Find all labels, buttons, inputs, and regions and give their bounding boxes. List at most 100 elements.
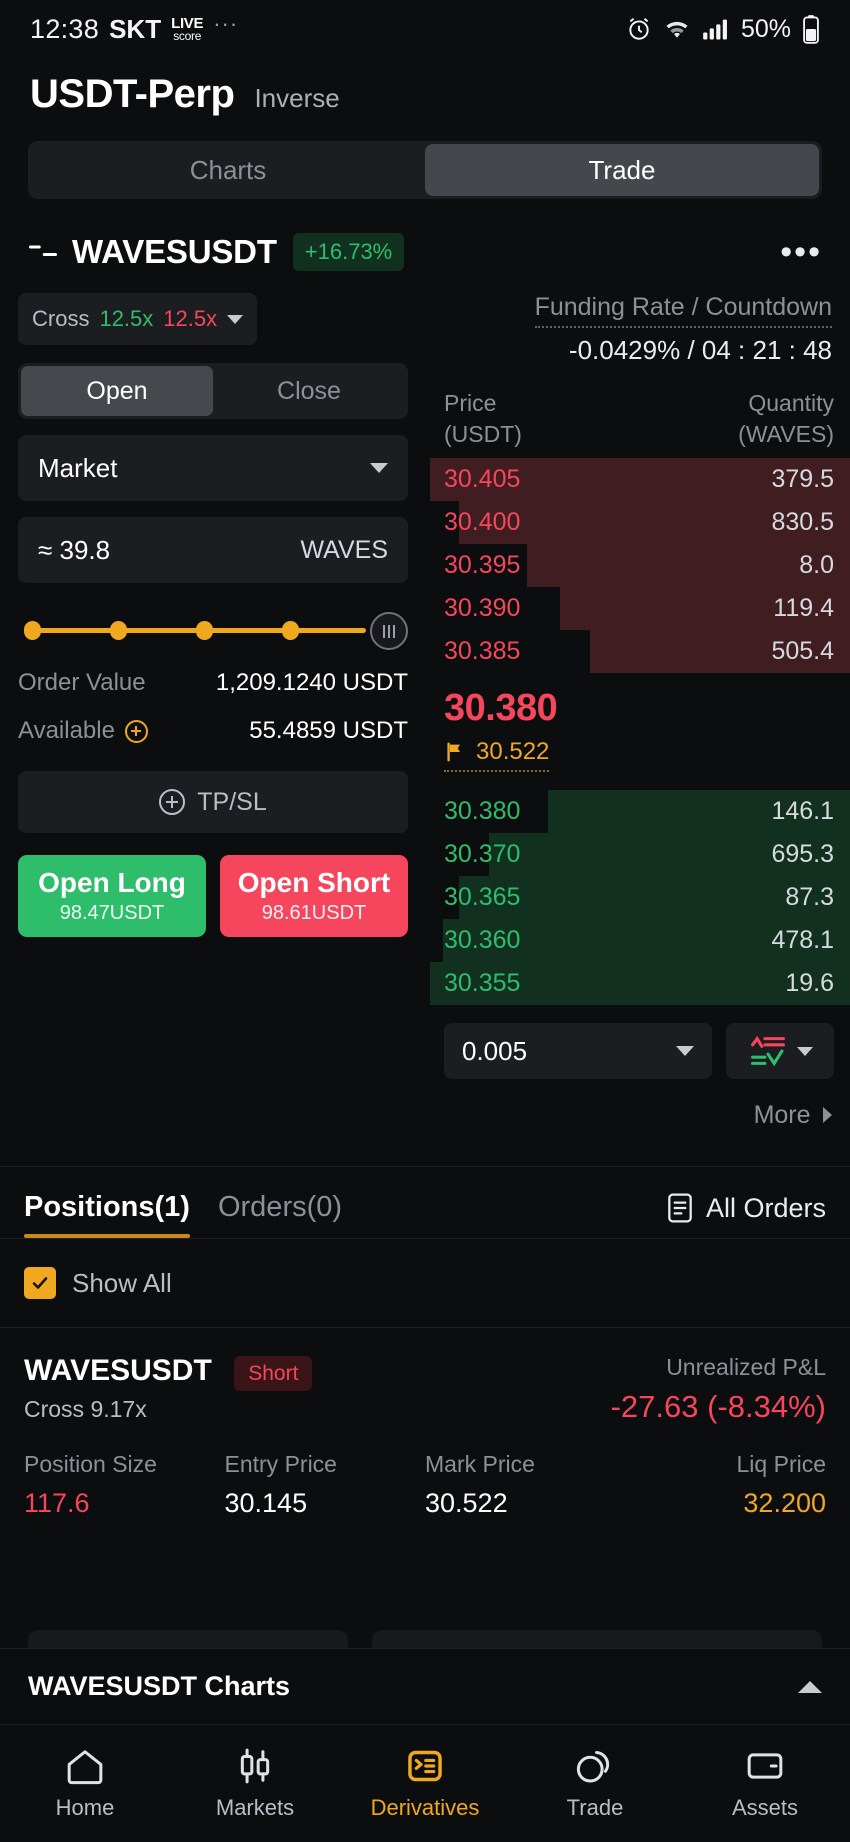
nav-label-trade: Trade [566,1794,624,1820]
position-pnl-block: Unrealized P&L -27.63 (-8.34%) [611,1354,826,1425]
status-bar-left: 12:38 SKT LIVE score ··· [30,11,239,45]
tab-trade[interactable]: Trade [425,144,819,196]
orderbook-asks: 30.405 379.5 30.400 830.5 30.395 8.0 30.… [430,458,850,674]
order-type-value: Market [38,452,118,483]
nav-item-trade[interactable]: Trade [510,1747,680,1821]
slider-stop-0[interactable] [24,621,41,640]
slider-handle-icon[interactable] [370,612,408,650]
battery-percent: 50% [740,14,791,43]
page-title-row: USDT-Perp Inverse [0,58,850,117]
qty-unit-text: (WAVES) [738,421,834,448]
order-value-label: Order Value [18,669,146,696]
metric-label: Mark Price [425,1451,535,1478]
nav-item-derivatives[interactable]: Derivatives [340,1747,510,1821]
depth-view-select[interactable] [726,1023,834,1080]
chevron-right-icon [823,1107,832,1124]
chevron-down-icon [370,463,388,473]
orderbook-row[interactable]: 30.385 505.4 [430,630,850,674]
ask-price: 30.400 [444,508,521,537]
positions-tabs: Positions(1) Orders(0) All Orders [0,1167,850,1239]
page-subtitle[interactable]: Inverse [254,83,339,114]
slider-stop-2[interactable] [196,621,213,640]
bottom-navigation: Home Markets Derivatives Trade Assets [0,1724,850,1842]
order-type-select[interactable]: Market [18,435,408,501]
chevron-down-icon [676,1046,694,1057]
show-all-checkbox[interactable] [24,1267,56,1300]
metric-entry-price: Entry Price 30.145 [225,1451,426,1519]
more-horizontal-icon[interactable]: ••• [780,234,822,269]
orderbook-row[interactable]: 30.360 478.1 [430,919,850,963]
quantity-unit: WAVES [300,535,388,564]
order-form-column: Cross 12.5x 12.5x Open Close Market ≈ 39… [0,293,430,1130]
funding-rate-block[interactable]: Funding Rate / Countdown -0.0429% / 04 :… [430,293,850,366]
available-label-text: Available [18,717,115,744]
quantity-input[interactable]: ≈ 39.8 WAVES [18,517,408,583]
orderbook-row[interactable]: 30.380 146.1 [430,790,850,834]
status-carrier: SKT [109,13,162,44]
tab-positions[interactable]: Positions(1) [24,1191,190,1239]
quantity-value: ≈ 39.8 [38,534,111,565]
position-action-stub-left[interactable] [28,1630,348,1648]
orderbook-row[interactable]: 30.355 19.6 [430,962,850,1006]
mark-price-block[interactable]: 30.522 [444,738,550,773]
nav-item-home[interactable]: Home [0,1747,170,1821]
wifi-icon [663,17,691,41]
pnl-value: -27.63 (-8.34%) [610,1389,826,1425]
orderbook-mid-price: 30.380 30.522 [430,673,850,782]
orderbook-more[interactable]: More [430,1079,850,1130]
open-close-tabs: Open Close [18,363,408,419]
charts-collapse-bar[interactable]: WAVESUSDT Charts [0,1648,850,1724]
available-amount: 55.4859 USDT [249,717,408,744]
position-side-badge: Short [234,1356,313,1392]
orderbook-row[interactable]: 30.370 695.3 [430,833,850,877]
metric-value: 30.522 [425,1488,508,1519]
open-short-button[interactable]: Open Short 98.61USDT [220,855,408,937]
size-slider[interactable] [18,609,408,650]
open-long-button[interactable]: Open Long 98.47USDT [18,855,206,937]
price-unit-text: (USDT) [444,421,522,448]
position-symbol: WAVESUSDT [24,1354,212,1388]
tab-open[interactable]: Open [21,366,213,416]
position-metrics: Position Size 117.6 Entry Price 30.145 M… [24,1451,826,1519]
tpsl-button[interactable]: TP/SL [18,771,408,833]
status-overflow-icon: ··· [213,11,239,36]
orderbook-row[interactable]: 30.390 119.4 [430,587,850,631]
bid-qty: 695.3 [771,840,834,869]
symbol-name[interactable]: WAVESUSDT [72,233,277,271]
position-action-stub-right[interactable] [372,1630,822,1648]
nav-item-markets[interactable]: Markets [170,1747,340,1821]
bid-price: 30.355 [444,969,521,998]
all-orders-button[interactable]: All Orders [666,1192,826,1238]
available-row: Available 55.4859 USDT [18,717,408,745]
slider-stop-3[interactable] [282,621,299,640]
orderbook-row[interactable]: 30.405 379.5 [430,458,850,502]
slider-stop-1[interactable] [110,621,127,640]
livescore-bottom: score [173,29,202,44]
nav-item-assets[interactable]: Assets [680,1747,850,1821]
tab-close[interactable]: Close [213,366,405,416]
ask-price: 30.405 [444,465,521,494]
chart-lines-icon[interactable] [28,239,58,265]
plus-circle-icon[interactable] [124,719,148,743]
leverage-mode: Cross [32,306,90,331]
trading-app-screen: 12:38 SKT LIVE score ··· 50% USDT-Perp I… [0,0,850,1842]
ask-qty: 379.5 [771,465,834,494]
orderbook-row[interactable]: 30.395 8.0 [430,544,850,588]
tab-charts[interactable]: Charts [31,144,425,196]
chevron-down-icon [227,314,244,324]
orderbook-column: Funding Rate / Countdown -0.0429% / 04 :… [430,293,850,1130]
orderbook-row[interactable]: 30.400 830.5 [430,501,850,545]
bid-price: 30.360 [444,926,521,955]
orderbook-header: Price (USDT) Quantity (WAVES) [430,388,850,450]
show-all-row[interactable]: Show All [0,1239,850,1327]
trade-body: Cross 12.5x 12.5x Open Close Market ≈ 39… [0,293,850,1130]
candlestick-icon [240,1748,270,1783]
tick-size-select[interactable]: 0.005 [444,1023,712,1080]
leverage-selector[interactable]: Cross 12.5x 12.5x [18,293,258,345]
plus-circle-icon [159,789,186,815]
orderbook-row[interactable]: 30.365 87.3 [430,876,850,920]
position-card[interactable]: WAVESUSDT Short Cross 9.17x Unrealized P… [0,1327,850,1519]
tab-orders[interactable]: Orders(0) [218,1191,342,1238]
tick-size-value: 0.005 [462,1035,528,1066]
orderbook-tools: 0.005 [430,1023,850,1080]
